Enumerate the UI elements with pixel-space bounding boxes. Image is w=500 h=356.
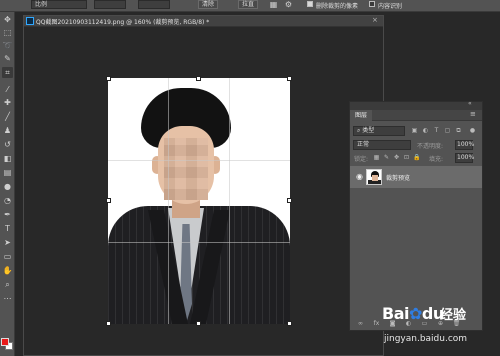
baidu-logo: Bai✿du — [382, 304, 444, 323]
crop-handle-left[interactable] — [106, 198, 111, 203]
crop-grid-line — [108, 160, 290, 161]
crop-handle-top-left[interactable] — [106, 76, 111, 81]
watermark-url: jingyan.baidu.com — [384, 334, 468, 344]
layer-filter-dropdown[interactable]: ⌕ 类型 — [353, 126, 405, 136]
filter-smart-object-icon[interactable]: ⧉ — [455, 127, 462, 134]
crop-grid-line — [229, 78, 230, 324]
quick-select-tool-icon[interactable]: ✎ — [2, 53, 13, 64]
eye-icon[interactable]: ◉ — [356, 172, 363, 181]
opacity-label: 不透明度: — [417, 143, 444, 150]
hand-tool-icon[interactable]: ✋ — [2, 265, 13, 276]
crop-grid-line — [108, 242, 290, 243]
lock-all-icon[interactable]: 🔒 — [413, 154, 420, 161]
fill-label: 填充: — [429, 156, 444, 163]
blend-row: 正常 不透明度: 100% — [353, 140, 479, 150]
crop-handle-bottom-right[interactable] — [287, 321, 292, 326]
filter-pixel-icon[interactable]: ▣ — [411, 127, 418, 134]
options-bar: 比例 清除 拉直 ▦ ⚙ 删除裁剪的像素 内容识别 — [0, 0, 500, 12]
opacity-field[interactable]: 100% — [455, 140, 474, 150]
filter-toggle-icon[interactable]: ● — [469, 127, 476, 134]
crop-width-field[interactable] — [94, 0, 126, 9]
filter-adjustment-icon[interactable]: ◐ — [422, 127, 429, 134]
crop-tool-icon[interactable]: ⌗ — [2, 67, 13, 78]
crop-handle-top-right[interactable] — [287, 76, 292, 81]
dodge-tool-icon[interactable]: ◔ — [2, 195, 13, 206]
gear-icon[interactable]: ⚙ — [283, 0, 294, 9]
lock-pixels-icon[interactable]: ✎ — [383, 154, 390, 161]
content-aware-checkbox[interactable] — [369, 1, 375, 7]
layer-thumbnail — [366, 169, 382, 185]
filter-shape-icon[interactable]: ▢ — [444, 127, 451, 134]
layer-filter-row: ⌕ 类型 ▣ ◐ T ▢ ⧉ ● — [353, 126, 479, 136]
crop-handle-top[interactable] — [196, 76, 201, 81]
content-aware-label: 内容识别 — [378, 3, 403, 10]
lasso-tool-icon[interactable]: ➰ — [2, 40, 13, 51]
collapse-panel-icon[interactable]: « — [468, 100, 472, 107]
panel-header-bar: « — [350, 100, 482, 110]
tools-panel: ✥ ⬚ ➰ ✎ ⌗ ⁄ ✚ ╱ ♟ ↺ ◧ ▤ ● ◔ ✒ T ➤ ▭ ✋ ⌕ … — [0, 12, 15, 356]
pixelated-face-mosaic — [164, 138, 208, 200]
more-tools-icon[interactable]: ⋯ — [2, 293, 13, 304]
lock-transparent-icon[interactable]: ▦ — [373, 154, 380, 161]
move-tool-icon[interactable]: ✥ — [2, 14, 13, 25]
lock-artboard-icon[interactable]: ⊡ — [403, 154, 410, 161]
brush-tool-icon[interactable]: ╱ — [2, 111, 13, 122]
layer-name: 裁剪预览 — [386, 175, 411, 182]
zoom-tool-icon[interactable]: ⌕ — [2, 279, 13, 290]
ps-document-icon — [26, 17, 34, 25]
link-layers-icon[interactable]: ∞ — [356, 320, 365, 328]
gradient-tool-icon[interactable]: ▤ — [2, 167, 13, 178]
eyedropper-tool-icon[interactable]: ⁄ — [2, 84, 13, 95]
straighten-button[interactable]: 拉直 — [238, 0, 259, 9]
crop-ratio-dropdown[interactable]: 比例 — [31, 0, 87, 9]
close-icon[interactable]: × — [372, 16, 378, 24]
clear-button[interactable]: 清除 — [198, 0, 219, 9]
clone-stamp-tool-icon[interactable]: ♟ — [2, 125, 13, 136]
image-canvas[interactable] — [108, 78, 290, 324]
crop-height-field[interactable] — [138, 0, 170, 9]
lock-row: 锁定: ▦ ✎ ✥ ⊡ 🔒 填充: 100% — [353, 153, 479, 163]
crop-handle-bottom[interactable] — [196, 321, 201, 326]
marquee-tool-icon[interactable]: ⬚ — [2, 27, 13, 38]
foreground-color-swatch[interactable] — [1, 338, 9, 346]
healing-tool-icon[interactable]: ✚ — [2, 97, 13, 108]
crop-grid-line — [168, 78, 169, 324]
panel-tab-bar: 图层 ≡ — [350, 110, 482, 121]
grid-overlay-icon[interactable]: ▦ — [268, 0, 279, 9]
jingyan-label: 经验 — [440, 308, 467, 323]
delete-cropped-label: 删除裁剪的像素 — [316, 3, 359, 10]
layers-panel: « 图层 ≡ ⌕ 类型 ▣ ◐ T ▢ ⧉ ● 正常 不透明度: 100% 锁定… — [349, 100, 483, 331]
document-tab[interactable]: QQ截图20210903112419.png @ 160% (裁剪预览, RGB… — [24, 16, 383, 27]
path-select-tool-icon[interactable]: ➤ — [2, 237, 13, 248]
pen-tool-icon[interactable]: ✒ — [2, 209, 13, 220]
layer-filter-placeholder: 类型 — [362, 127, 375, 134]
fill-field[interactable]: 100% — [455, 153, 474, 163]
crop-handle-right[interactable] — [287, 198, 292, 203]
lock-position-icon[interactable]: ✥ — [393, 154, 400, 161]
crop-handle-bottom-left[interactable] — [106, 321, 111, 326]
layer-row[interactable]: ◉ 裁剪预览 — [350, 166, 482, 188]
eraser-tool-icon[interactable]: ◧ — [2, 153, 13, 164]
lock-label: 锁定: — [354, 156, 369, 163]
type-tool-icon[interactable]: T — [2, 223, 13, 234]
blur-tool-icon[interactable]: ● — [2, 181, 13, 192]
document-title: QQ截图20210903112419.png @ 160% (裁剪预览, RGB… — [36, 19, 210, 26]
delete-cropped-checkbox[interactable] — [307, 1, 313, 7]
shape-tool-icon[interactable]: ▭ — [2, 251, 13, 262]
filter-type-icon[interactable]: T — [433, 127, 440, 134]
history-brush-tool-icon[interactable]: ↺ — [2, 139, 13, 150]
blend-mode-dropdown[interactable]: 正常 — [353, 140, 411, 150]
baidu-jingyan-watermark: Bai✿du 经验 jingyan.baidu.com — [380, 300, 498, 354]
panel-menu-icon[interactable]: ≡ — [470, 110, 476, 118]
tab-layers[interactable]: 图层 — [350, 110, 373, 121]
